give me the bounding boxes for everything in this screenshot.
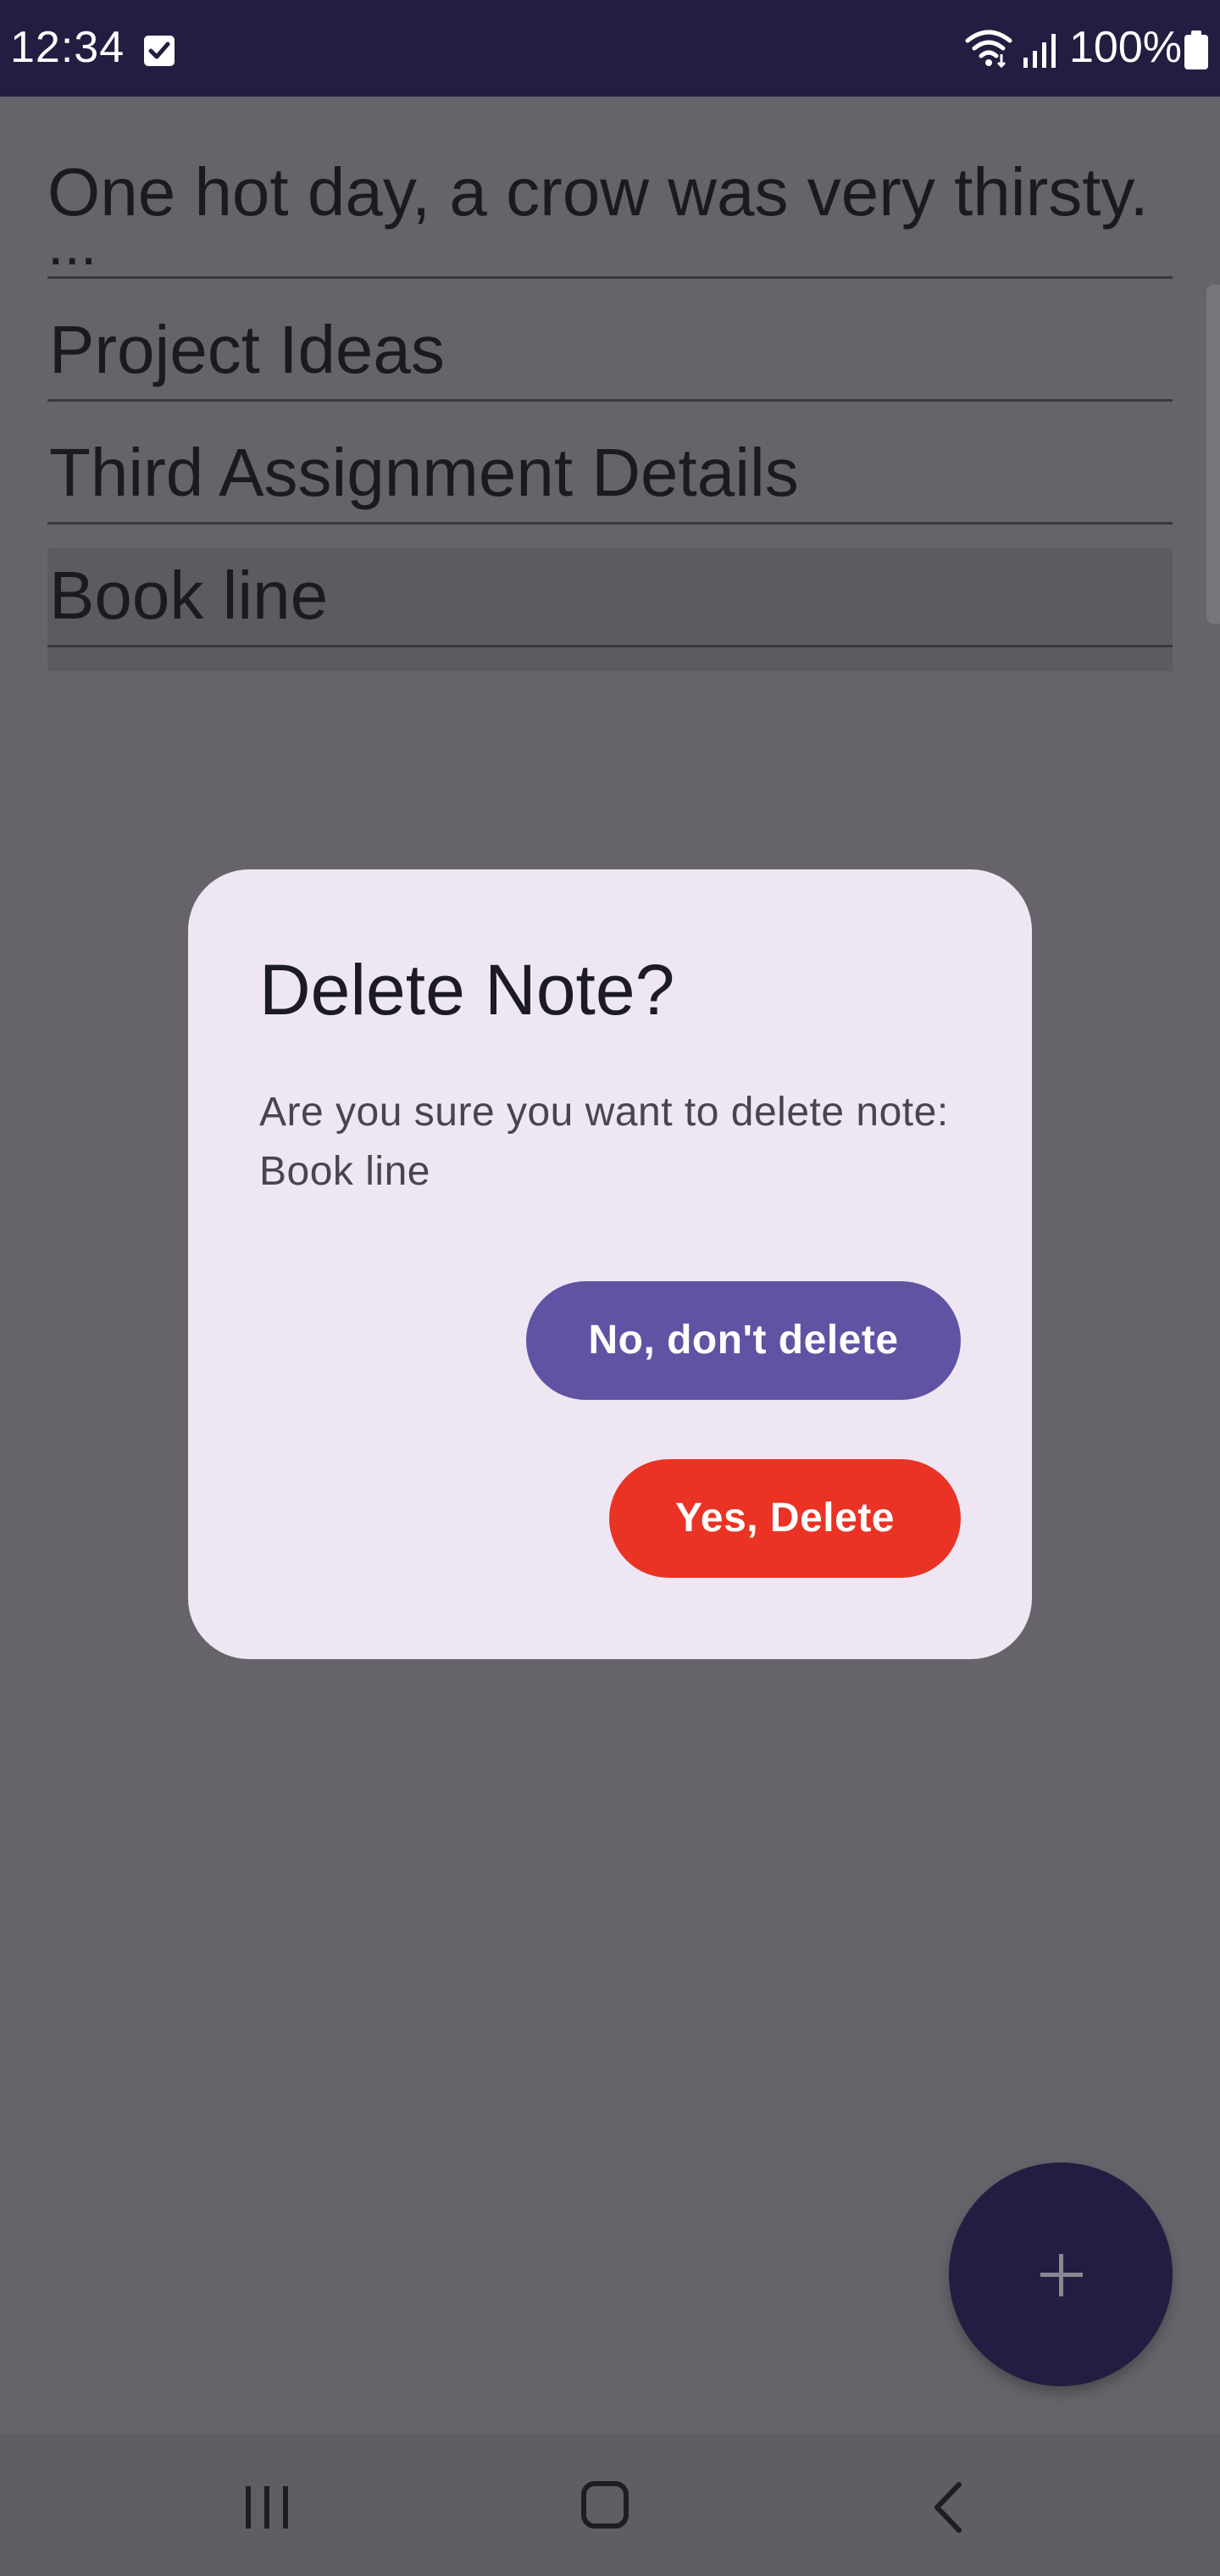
note-ellipsis: ... <box>47 211 97 277</box>
notes-list: One hot day, a crow was very thirsty. ..… <box>47 144 1173 671</box>
note-item[interactable]: Project Ideas <box>47 303 1173 402</box>
status-bar: 12:34 100% <box>0 0 1220 97</box>
back-icon[interactable] <box>930 2481 964 2538</box>
note-item[interactable]: One hot day, a crow was very thirsty. ..… <box>47 144 1173 279</box>
cancel-button[interactable]: No, don't delete <box>526 1281 961 1400</box>
selection-highlight <box>47 647 1173 671</box>
note-title: One hot day, a crow was very thirsty. <box>47 154 1149 230</box>
note-item-selected[interactable]: Book line <box>47 548 1173 647</box>
note-title: Book line <box>49 558 329 633</box>
navigation-bar <box>0 2434 1220 2576</box>
checkbox-notification-icon <box>144 36 175 66</box>
note-title: Third Assignment Details <box>49 435 799 510</box>
home-icon[interactable] <box>581 2481 629 2529</box>
add-note-button[interactable] <box>949 2162 1173 2386</box>
dialog-message: Are you sure you want to delete note: Bo… <box>259 1090 949 1194</box>
note-item[interactable]: Third Assignment Details <box>47 425 1173 525</box>
note-title: Project Ideas <box>49 312 445 387</box>
wifi-icon <box>964 29 1013 72</box>
battery-icon <box>1184 31 1208 69</box>
confirm-delete-button[interactable]: Yes, Delete <box>609 1459 961 1578</box>
delete-note-dialog: Delete Note? Are you sure you want to de… <box>188 869 1032 1659</box>
signal-icon <box>1022 32 1059 72</box>
scrollbar[interactable] <box>1206 285 1220 624</box>
battery-percentage: 100% <box>1069 23 1182 72</box>
recent-apps-icon[interactable] <box>242 2484 293 2534</box>
dialog-title: Delete Note? <box>259 950 675 1030</box>
status-time: 12:34 <box>10 23 125 72</box>
